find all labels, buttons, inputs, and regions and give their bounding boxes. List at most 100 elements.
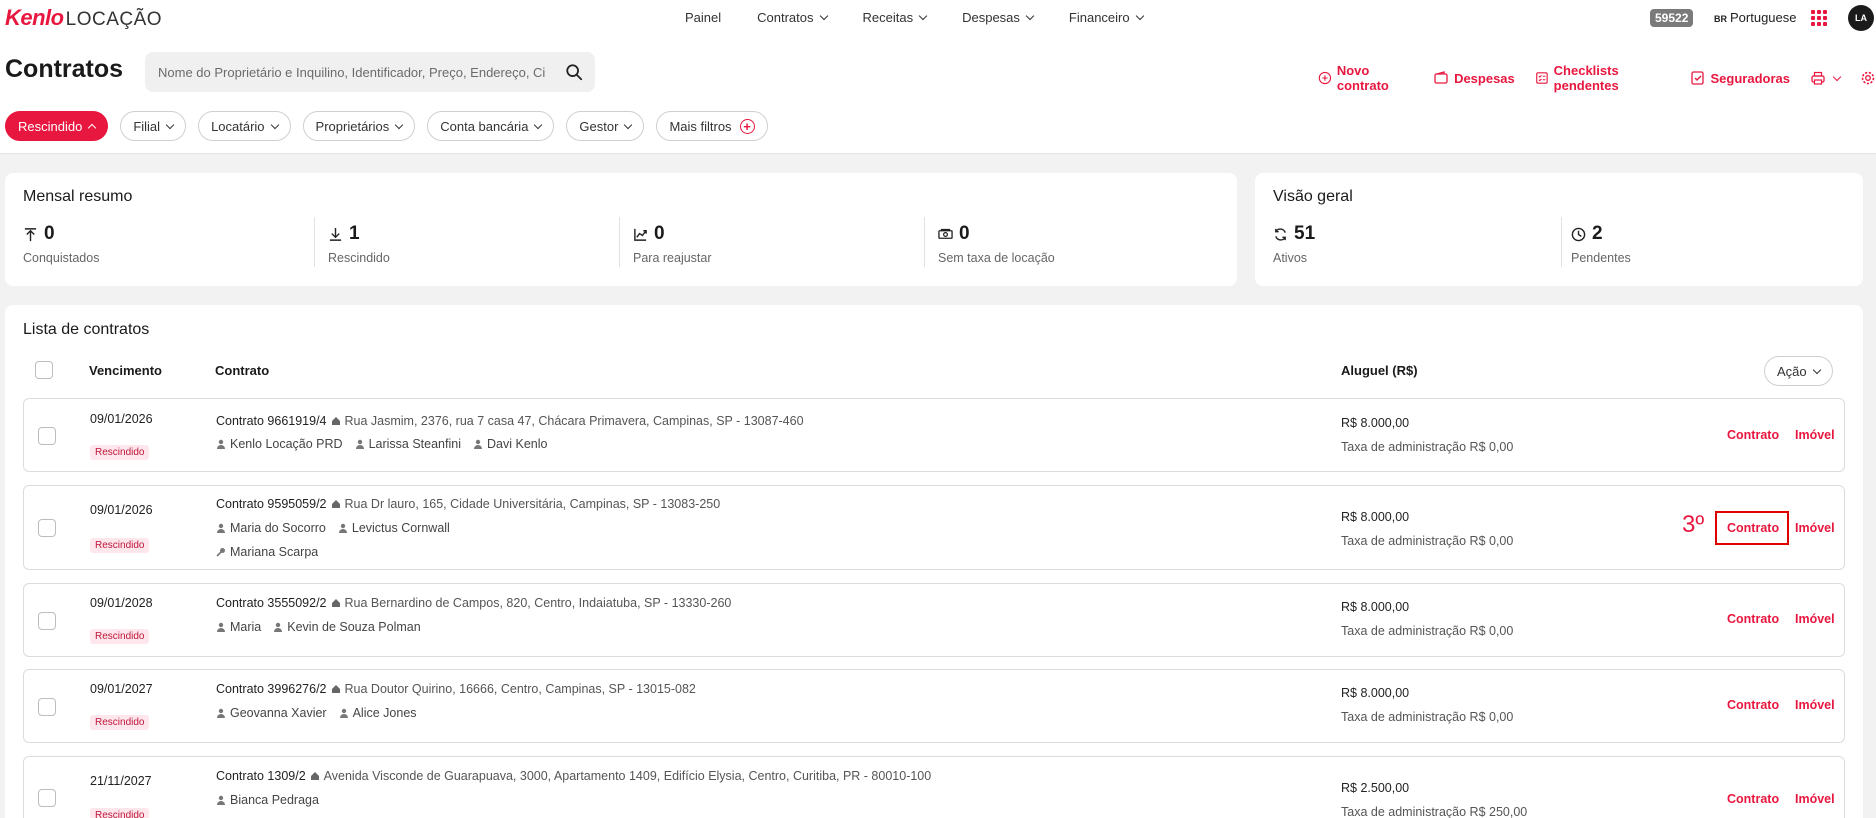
table-row[interactable]: 09/01/2027 Rescindido Contrato 3996276/2… [23, 669, 1845, 743]
list-title: Lista de contratos [23, 321, 150, 338]
monthly-summary-card: Mensal resumo 0 Conquistados 1 Rescindid… [5, 173, 1237, 286]
nav-receitas[interactable]: Receitas [863, 10, 928, 25]
row-checkbox[interactable] [38, 698, 56, 716]
arrow-up-bar-icon [24, 227, 37, 241]
property-link[interactable]: Imóvel [1795, 521, 1835, 535]
status-badge: Rescindido [90, 629, 150, 644]
property-link[interactable]: Imóvel [1795, 698, 1835, 712]
guarantor-item: Mariana Scarpa [216, 545, 318, 559]
contract-link[interactable]: Contrato [1727, 428, 1779, 442]
plus-circle-icon [1318, 71, 1332, 85]
admin-fee: Taxa de administração R$ 0,00 [1341, 440, 1514, 454]
settings-button[interactable] [1860, 63, 1876, 93]
filter-gestor[interactable]: Gestor [566, 111, 645, 141]
column-header-aluguel[interactable]: Aluguel (R$) [1341, 363, 1418, 378]
home-icon [331, 685, 340, 693]
select-all-checkbox[interactable] [35, 361, 53, 379]
kenlo-logo[interactable]: Kenlo LOCAÇÃO [5, 5, 162, 31]
checklist-icon [1535, 72, 1548, 84]
column-header-vencimento[interactable]: Vencimento [89, 363, 162, 378]
contract-address: Avenida Visconde de Guarapuava, 3000, Ap… [323, 769, 932, 783]
person-item: Larissa Steanfini [355, 437, 461, 451]
contract-id: Contrato 1309/2 [216, 769, 306, 783]
due-date: 09/01/2027 [90, 682, 153, 696]
table-row[interactable]: 09/01/2026 Rescindido Contrato 9595059/2… [23, 485, 1845, 570]
table-row[interactable]: 21/11/2027 Rescindido Contrato 1309/2 Ave… [23, 756, 1845, 818]
table-row[interactable]: 09/01/2026 Rescindido Contrato 9661919/4… [23, 398, 1845, 472]
stat-pendentes: 2 Pendentes [1571, 223, 1631, 265]
insurers-button[interactable]: Seguradoras [1690, 63, 1790, 93]
page-header: Contratos Novo contrato Despesas Checkli… [0, 36, 1876, 154]
refresh-icon [1275, 227, 1286, 241]
filter-status-rescindido[interactable]: Rescindido [5, 111, 109, 141]
apps-grid-icon[interactable] [1811, 10, 1827, 26]
row-checkbox[interactable] [38, 612, 56, 630]
property-link[interactable]: Imóvel [1795, 428, 1835, 442]
search-input[interactable] [145, 52, 545, 92]
filter-filial[interactable]: Filial [120, 111, 187, 141]
search-icon[interactable] [565, 63, 583, 81]
person-item: Levictus Cornwall [338, 521, 450, 535]
new-contract-button[interactable]: Novo contrato [1318, 63, 1413, 93]
more-filters-button[interactable]: Mais filtros + [656, 111, 768, 141]
chevron-down-icon [270, 120, 279, 129]
chevron-down-icon [1832, 72, 1842, 81]
contract-link[interactable]: Contrato [1727, 698, 1779, 712]
summary-title: Mensal resumo [23, 188, 133, 205]
home-icon [331, 417, 340, 425]
row-checkbox[interactable] [38, 519, 56, 537]
filter-locatario[interactable]: Locatário [198, 111, 291, 141]
nav-contratos[interactable]: Contratos [757, 10, 828, 25]
expenses-button[interactable]: Despesas [1433, 63, 1515, 93]
admin-fee: Taxa de administração R$ 0,00 [1341, 534, 1514, 548]
chevron-down-icon [918, 11, 928, 21]
row-checkbox[interactable] [38, 427, 56, 445]
nav-painel[interactable]: Painel [685, 10, 721, 25]
home-icon [331, 500, 340, 508]
contract-list: Lista de contratos Vencimento Contrato A… [5, 305, 1863, 818]
contract-link[interactable]: Contrato [1727, 792, 1779, 806]
row-checkbox[interactable] [38, 789, 56, 807]
highlight-box [1715, 511, 1789, 545]
property-link[interactable]: Imóvel [1795, 612, 1835, 626]
chevron-down-icon [534, 120, 543, 129]
person-item: Geovanna Xavier [216, 706, 327, 720]
person-item: Maria do Socorro [216, 521, 326, 535]
admin-fee: Taxa de administração R$ 0,00 [1341, 624, 1514, 638]
rent-value: R$ 8.000,00 [1341, 600, 1410, 614]
nav-despesas[interactable]: Despesas [962, 10, 1035, 25]
due-date: 09/01/2028 [90, 596, 153, 610]
nav-financeiro[interactable]: Financeiro [1069, 10, 1144, 25]
chevron-down-icon [624, 120, 633, 129]
property-link[interactable]: Imóvel [1795, 792, 1835, 806]
person-item: Alice Jones [339, 706, 417, 720]
contract-address: Rua Doutor Quirino, 16666, Centro, Campi… [344, 682, 696, 696]
person-icon [274, 622, 283, 632]
language-selector[interactable]: BR Portuguese [1714, 10, 1797, 25]
table-row[interactable]: 09/01/2028 Rescindido Contrato 3555092/2… [23, 583, 1845, 657]
filter-proprietarios[interactable]: Proprietários [302, 111, 416, 141]
clock-icon [1571, 227, 1586, 241]
chevron-down-icon [1812, 365, 1821, 374]
step-annotation-label: 3º [1682, 511, 1705, 538]
wallet-icon [1434, 71, 1448, 84]
top-navbar: Kenlo LOCAÇÃO Painel Contratos Receitas … [0, 0, 1876, 36]
avatar[interactable]: LA [1848, 5, 1874, 31]
contract-link[interactable]: Contrato [1727, 612, 1779, 626]
trend-up-icon [634, 228, 647, 241]
column-header-contrato[interactable]: Contrato [215, 363, 269, 378]
person-icon [217, 622, 225, 632]
contract-id: Contrato 9595059/2 [216, 497, 327, 511]
person-icon [217, 708, 225, 718]
action-dropdown[interactable]: Ação [1764, 356, 1833, 386]
pending-checklists-button[interactable]: Checklists pendentes [1535, 63, 1670, 93]
print-menu-button[interactable] [1810, 63, 1842, 93]
printer-icon [1811, 71, 1825, 85]
person-item: Maria [216, 620, 261, 634]
filter-conta-bancaria[interactable]: Conta bancária [427, 111, 555, 141]
person-icon [338, 523, 347, 533]
chevron-down-icon [819, 11, 828, 21]
person-icon [474, 439, 482, 449]
stat-rescindido: 1 Rescindido [328, 223, 390, 265]
person-icon [355, 439, 364, 449]
